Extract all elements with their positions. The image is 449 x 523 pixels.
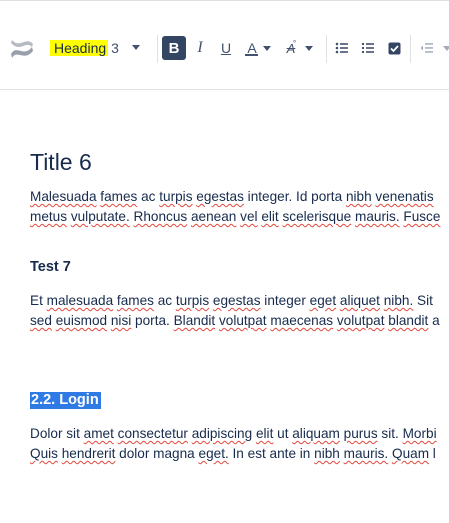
italic-button[interactable]: I xyxy=(188,36,212,60)
bullet-list-button[interactable] xyxy=(330,36,354,60)
misspelled-word: nibh xyxy=(314,446,340,461)
misspelled-word: vulputate. xyxy=(70,209,130,224)
paragraph-2-line-1[interactable]: Et malesuada fames ac turpis egestas int… xyxy=(30,291,433,311)
page-title[interactable]: Title 6 xyxy=(30,149,92,176)
text-run: In est ante in xyxy=(228,446,315,461)
numbered-list-button[interactable] xyxy=(356,36,380,60)
italic-label: I xyxy=(197,39,203,56)
misspelled-word: egestas xyxy=(212,293,261,308)
text-run: ut xyxy=(273,426,293,441)
misspelled-word: purus xyxy=(343,426,378,441)
misspelled-word: mauris. xyxy=(343,446,389,461)
misspelled-word: scelerisque xyxy=(282,209,352,224)
misspelled-word: turpis xyxy=(175,293,210,308)
misspelled-word: maecenas xyxy=(270,313,334,328)
misspelled-word: aenean xyxy=(190,209,237,224)
misspelled-word: nibh xyxy=(345,189,372,204)
misspelled-word: eget. xyxy=(198,446,229,461)
paragraph-3-line-1[interactable]: Dolor sit amet consectetur adipiscing el… xyxy=(30,424,437,444)
task-list-button[interactable] xyxy=(382,36,406,60)
misspelled-word: nibh. xyxy=(383,293,414,308)
misspelled-word: metus xyxy=(30,209,68,224)
misspelled-word: elit xyxy=(261,209,279,224)
text-style-level: 3 xyxy=(111,40,119,56)
misspelled-word: aliquam xyxy=(292,426,340,441)
misspelled-word: mauris. xyxy=(355,209,400,224)
bullet-list-icon xyxy=(335,42,348,54)
misspelled-word: Quam xyxy=(392,446,430,461)
outdent-button[interactable] xyxy=(415,36,439,60)
text-run: integer. Id porta xyxy=(243,189,346,204)
confluence-logo-icon[interactable] xyxy=(9,34,35,60)
text-run: l xyxy=(429,446,436,461)
misspelled-word: volutpat xyxy=(336,313,385,328)
chevron-down-icon[interactable] xyxy=(132,45,140,50)
misspelled-word: Malesuada xyxy=(30,189,97,204)
text-run: integer xyxy=(260,293,310,308)
misspelled-word: Rhoncus xyxy=(133,209,188,224)
toolbar-divider-2 xyxy=(326,35,327,63)
text-run: Dolor sit xyxy=(30,426,84,441)
superscript-icon: ° xyxy=(293,39,297,48)
text-run: dolor magna xyxy=(115,446,199,461)
misspelled-word: volutpat xyxy=(218,313,267,328)
misspelled-word: hendrerit xyxy=(61,446,116,461)
misspelled-word: sed xyxy=(30,313,52,328)
text-style-dropdown[interactable]: Heading 3 xyxy=(50,37,119,59)
outdent-icon xyxy=(420,43,433,53)
paragraph-3-line-2[interactable]: Quis hendrerit dolor magna eget. In est … xyxy=(30,444,436,464)
editor-toolbar: Heading 3 B I U A A ° xyxy=(0,1,449,90)
text-style-label: Heading xyxy=(50,40,109,56)
text-run: sit. xyxy=(377,426,403,441)
selected-heading-login[interactable]: 2.2. Login xyxy=(30,392,101,409)
paragraph-1-line-2[interactable]: metus vulputate. Rhoncus aenean vel elit… xyxy=(30,207,440,227)
paragraph-2-line-2[interactable]: sed euismod nisi porta. Blandit volutpat… xyxy=(30,311,440,331)
text-color-button[interactable]: A xyxy=(240,36,264,60)
more-formatting-chevron-icon[interactable] xyxy=(305,46,313,51)
heading-test-7[interactable]: Test 7 xyxy=(30,259,71,275)
misspelled-word: aliquet xyxy=(339,293,380,308)
misspelled-word: egestas xyxy=(196,189,244,204)
misspelled-word: blandit xyxy=(388,313,429,328)
misspelled-word: eget xyxy=(309,293,337,308)
misspelled-word: amet xyxy=(83,426,114,441)
bold-button[interactable]: B xyxy=(162,36,186,60)
text-run: Et xyxy=(30,293,47,308)
toolbar-divider xyxy=(157,35,158,63)
underline-label: U xyxy=(220,40,232,56)
misspelled-word: malesuada xyxy=(46,293,114,308)
misspelled-word: fames xyxy=(116,293,154,308)
misspelled-word: venenatis xyxy=(375,189,434,204)
underline-button[interactable]: U xyxy=(214,36,238,60)
text-run: Sit xyxy=(413,293,433,308)
text-color-chevron-icon[interactable] xyxy=(263,46,271,51)
misspelled-word: Quis xyxy=(30,446,58,461)
misspelled-word: Fusce xyxy=(403,209,441,224)
editor-window: Heading 3 B I U A A ° Title 6 Malesuada … xyxy=(0,0,449,523)
numbered-list-icon xyxy=(362,43,374,53)
misspelled-word: vel xyxy=(240,209,258,224)
misspelled-word: nisi xyxy=(110,313,132,328)
misspelled-word: elit xyxy=(255,426,274,441)
more-formatting-button[interactable]: A ° xyxy=(279,36,303,60)
toolbar-divider-3 xyxy=(410,35,411,63)
text-color-bar xyxy=(245,54,258,56)
misspelled-word: euismod xyxy=(55,313,108,328)
outdent-chevron-icon[interactable] xyxy=(443,46,449,51)
misspelled-word: adipiscing xyxy=(191,426,253,441)
text-run: a xyxy=(428,313,440,328)
text-run: ac xyxy=(137,189,160,204)
misspelled-word: Morbi xyxy=(402,426,437,441)
misspelled-word: consectetur xyxy=(117,426,188,441)
paragraph-1-line-1[interactable]: Malesuada fames ac turpis egestas intege… xyxy=(30,187,434,207)
bold-label: B xyxy=(168,39,180,57)
task-checkbox-icon xyxy=(388,42,400,54)
misspelled-word: turpis xyxy=(159,189,193,204)
misspelled-word: Blandit xyxy=(173,313,216,328)
misspelled-word: fames xyxy=(100,189,138,204)
text-run: porta. xyxy=(131,313,174,328)
text-run: ac xyxy=(153,293,176,308)
